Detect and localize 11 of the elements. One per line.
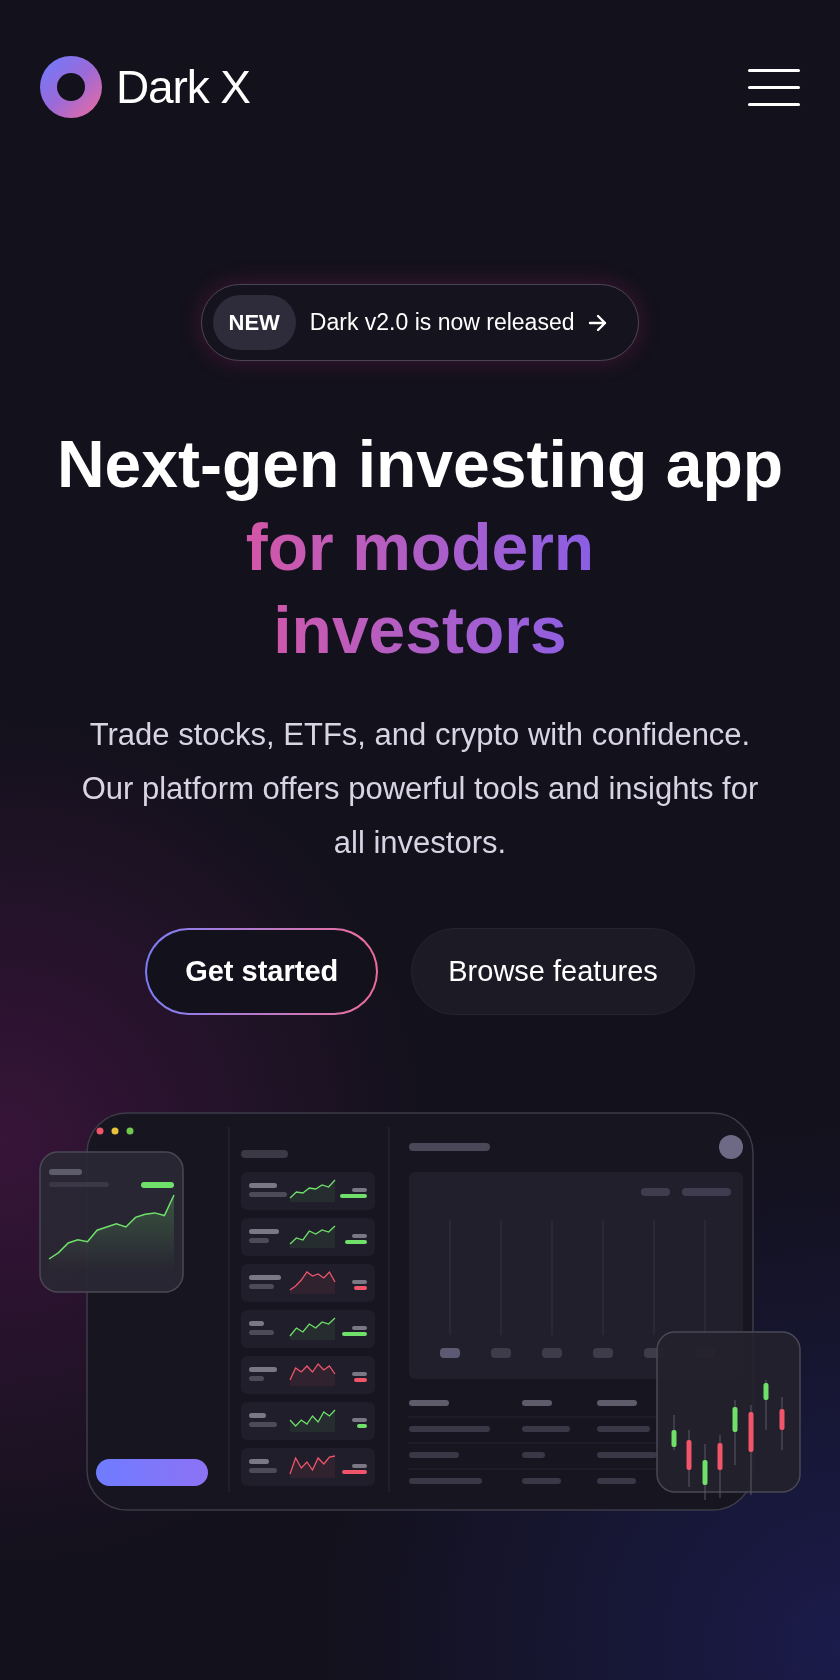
hero-title: Next-gen investing app xyxy=(55,426,785,503)
announcement-link[interactable]: NEW Dark v2.0 is now released xyxy=(200,284,640,361)
hero-description: Trade stocks, ETFs, and crypto with confidence. Our platform offers powerful tools and insights for all investors. xyxy=(80,716,760,862)
get-started-button[interactable]: Get started xyxy=(145,928,379,1015)
announcement-text: Dark v2.0 is now released xyxy=(309,308,575,338)
arrow-right-icon xyxy=(588,313,609,332)
logo-icon xyxy=(40,55,102,119)
brand-name: Dark X xyxy=(116,64,250,110)
browse-features-button[interactable]: Browse features xyxy=(411,928,695,1015)
menu-icon[interactable] xyxy=(748,66,800,108)
new-tag: NEW xyxy=(212,295,296,350)
